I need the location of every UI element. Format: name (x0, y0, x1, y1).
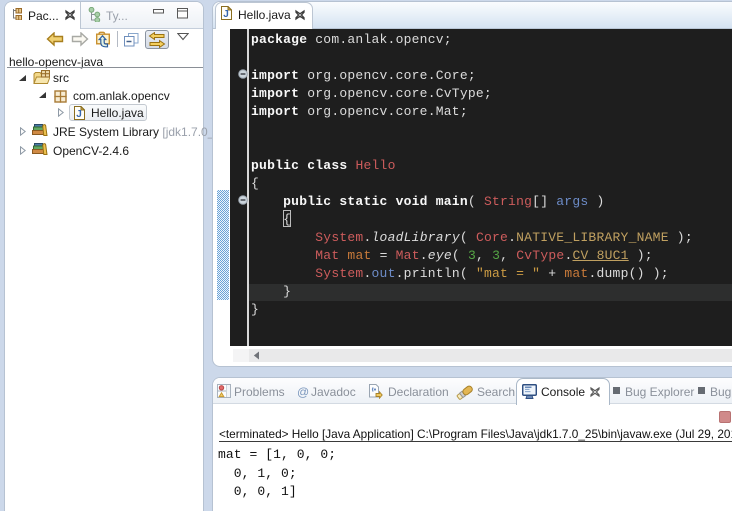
svg-text:J: J (223, 9, 229, 20)
svg-text:J: J (76, 109, 82, 120)
